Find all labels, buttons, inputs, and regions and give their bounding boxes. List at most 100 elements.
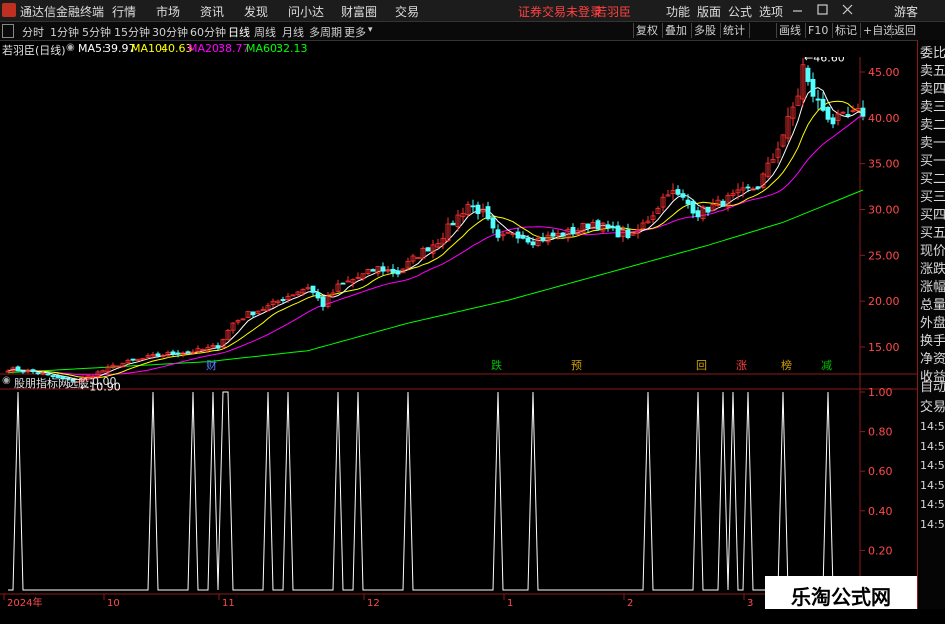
candle-body bbox=[315, 292, 321, 299]
candle-body bbox=[35, 372, 41, 375]
menu-item-trade[interactable]: 交易 bbox=[395, 3, 419, 20]
side-panel-label: 买一 bbox=[920, 154, 945, 169]
watermark-url: www.60lt.com bbox=[785, 611, 874, 624]
candle-body bbox=[745, 186, 751, 189]
candle-body bbox=[550, 232, 556, 237]
indicator-value-label: 选股: bbox=[67, 377, 93, 390]
period-tab-more[interactable]: 更多 bbox=[344, 24, 366, 40]
side-panel-label: 买三 bbox=[920, 190, 945, 205]
chevron-down-icon[interactable]: ▾ bbox=[368, 25, 373, 35]
menu-item-function[interactable]: 功能 bbox=[666, 3, 690, 20]
side-panel-label: 14:56 bbox=[920, 517, 945, 531]
toolbar-draw-button[interactable]: 画线 bbox=[776, 23, 803, 38]
trade-login-notice[interactable]: 证券交易未登录 bbox=[518, 3, 602, 20]
candle-body bbox=[830, 117, 836, 125]
menu-item-formula[interactable]: 公式 bbox=[728, 3, 752, 20]
side-panel-label: 14:56 bbox=[920, 459, 945, 472]
high-price-annotation: ←46.60 bbox=[804, 57, 845, 64]
indicator-axis-labels: 1.00 0.80 0.60 0.40 0.20 bbox=[860, 386, 893, 557]
menu-item-news[interactable]: 资讯 bbox=[200, 3, 224, 20]
side-panel-label: 14:56 bbox=[920, 439, 945, 453]
side-panel-label: 买五 bbox=[920, 226, 945, 241]
price-tick-label: 30.00 bbox=[868, 204, 900, 217]
window-controls bbox=[793, 4, 853, 15]
settings-dot-icon[interactable]: ◉ bbox=[66, 42, 75, 53]
ma5-polyline bbox=[7, 87, 864, 381]
toolbar-multistock-button[interactable]: 多股 bbox=[691, 23, 718, 38]
candle-body bbox=[450, 222, 456, 226]
candle-body bbox=[30, 369, 36, 373]
maximize-icon[interactable] bbox=[817, 4, 828, 15]
event-marker[interactable]: 涨 bbox=[736, 359, 747, 372]
side-panel-label: 委比 bbox=[920, 46, 945, 61]
period-tab-15min[interactable]: 15分钟 bbox=[114, 24, 150, 40]
menu-item-quotes[interactable]: 行情 bbox=[112, 3, 136, 20]
toolbar-back-button[interactable]: 返回 bbox=[891, 23, 918, 38]
candle-body bbox=[310, 285, 316, 293]
panel-toggle-icon[interactable] bbox=[2, 24, 14, 38]
event-marker[interactable]: 减 bbox=[821, 359, 832, 372]
candle-body bbox=[685, 199, 691, 205]
toolbar-mark-button[interactable]: 标记 bbox=[832, 23, 859, 38]
price-tick-label: 15.00 bbox=[868, 341, 900, 354]
candle-body bbox=[390, 268, 396, 274]
ma20-line bbox=[7, 114, 864, 376]
candle-body bbox=[15, 366, 21, 372]
stock-name: 若羽臣 bbox=[595, 5, 632, 19]
candle-body bbox=[215, 345, 221, 349]
period-tab-monthly[interactable]: 月线 bbox=[282, 24, 304, 40]
candle-body bbox=[370, 269, 376, 272]
menu-item-discover[interactable]: 发现 bbox=[244, 3, 268, 20]
date-tick-label: 3 bbox=[747, 598, 753, 609]
price-tick-label: 40.00 bbox=[868, 112, 900, 125]
indicator-settings-icon[interactable]: ◉ bbox=[2, 375, 11, 386]
watermark: 乐淘公式网 www.60lt.com bbox=[765, 576, 917, 624]
candle-body bbox=[495, 229, 501, 238]
toolbar-f10-button[interactable]: F10 bbox=[805, 23, 830, 38]
candle-body bbox=[250, 311, 256, 316]
side-panel-label: 买二 bbox=[920, 172, 945, 187]
price-tick-label: 45.00 bbox=[868, 66, 900, 79]
close-icon[interactable] bbox=[842, 4, 853, 15]
period-tab-weekly[interactable]: 周线 bbox=[254, 24, 276, 40]
event-marker[interactable]: 财 bbox=[206, 358, 217, 372]
period-tab-5min[interactable]: 5分钟 bbox=[82, 24, 111, 40]
toolbar-overlay-button[interactable]: 叠加 bbox=[662, 23, 689, 38]
menu-item-assistant[interactable]: 问小达 bbox=[288, 3, 324, 20]
candle-body bbox=[515, 231, 521, 239]
event-marker[interactable]: 榜 bbox=[781, 358, 792, 372]
period-tab-daily[interactable]: 日线 bbox=[228, 24, 250, 40]
period-tab-multi[interactable]: 多周期 bbox=[309, 24, 342, 40]
candle-body bbox=[845, 114, 851, 116]
menu-item-options[interactable]: 选项 bbox=[759, 3, 783, 20]
menu-item-wealth[interactable]: 财富圈 bbox=[341, 3, 377, 20]
side-panel-label: 卖四 bbox=[920, 82, 945, 97]
date-tick-label: 1 bbox=[507, 598, 513, 609]
toolbar-stats-button[interactable]: 统计 bbox=[720, 23, 747, 38]
side-panel-label: 卖一 bbox=[920, 136, 945, 151]
menu-item-market[interactable]: 市场 bbox=[156, 3, 180, 20]
period-tab-tick[interactable]: 分时 bbox=[22, 24, 44, 40]
price-tick-label: 35.00 bbox=[868, 158, 900, 171]
indicator-tick-label: 1.00 bbox=[868, 386, 893, 399]
kline-chart[interactable]: 45.0040.0035.0030.0025.0020.0015.00 财跌预回… bbox=[0, 57, 917, 609]
period-tab-60min[interactable]: 60分钟 bbox=[190, 24, 226, 40]
event-marker[interactable]: 回 bbox=[696, 359, 707, 372]
date-tick-label: 10 bbox=[107, 598, 120, 609]
period-tab-30min[interactable]: 30分钟 bbox=[152, 24, 188, 40]
date-tick-label: 11 bbox=[222, 598, 235, 609]
toolbar-adjust-button[interactable]: 复权 bbox=[633, 23, 660, 38]
candle-body bbox=[320, 296, 326, 307]
user-label[interactable]: 游客 bbox=[894, 3, 918, 20]
toolbar-blank-button[interactable] bbox=[749, 23, 776, 38]
side-panel-label: 现价 bbox=[920, 244, 945, 259]
event-marker[interactable]: 预 bbox=[571, 359, 582, 372]
side-panel-label: 总量 bbox=[920, 298, 945, 313]
candle-body bbox=[185, 351, 191, 354]
candle-body bbox=[605, 224, 611, 229]
event-marker[interactable]: 跌 bbox=[491, 358, 502, 372]
period-tab-1min[interactable]: 1分钟 bbox=[50, 24, 79, 40]
ma60-line bbox=[7, 189, 864, 374]
menu-item-layout[interactable]: 版面 bbox=[697, 3, 721, 20]
candle-body bbox=[280, 299, 286, 302]
